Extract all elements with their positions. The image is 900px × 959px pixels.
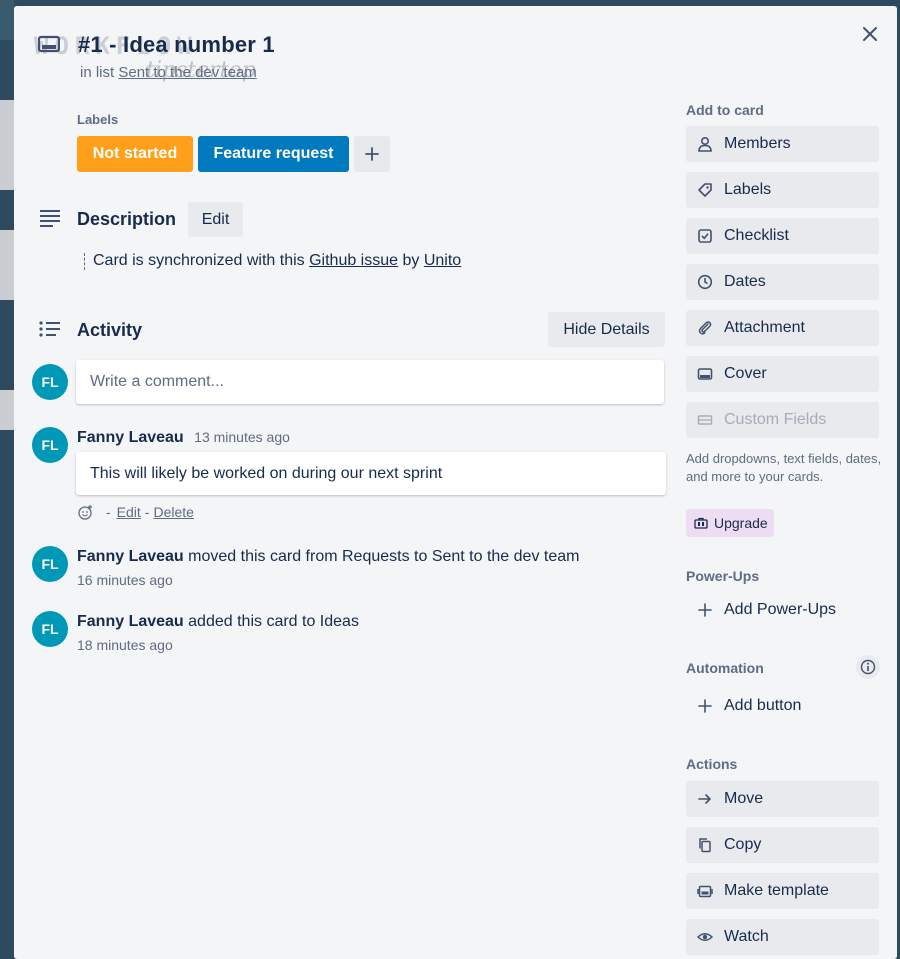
in-list-text: in list Sent to the dev team	[80, 64, 257, 81]
description-text: Card is synchronized with this Github is…	[84, 252, 461, 270]
avatar[interactable]: FL	[32, 427, 68, 463]
label-not-started[interactable]: Not started	[77, 136, 193, 172]
upgrade-button[interactable]: Upgrade	[686, 509, 774, 537]
close-button[interactable]	[856, 20, 884, 48]
powerups-heading: Power-Ups	[686, 568, 760, 584]
activity-item-text: Fanny Laveau added this card to Ideas	[77, 613, 359, 630]
avatar[interactable]: FL	[32, 546, 68, 582]
watch-button[interactable]: Watch	[686, 919, 879, 955]
custom-fields-button[interactable]: Custom Fields	[686, 402, 879, 438]
avatar[interactable]: FL	[32, 611, 68, 647]
activity-author[interactable]: Fanny Laveau	[77, 548, 184, 565]
list-link[interactable]: Sent to the dev team	[118, 64, 256, 81]
add-to-card-heading: Add to card	[686, 102, 764, 118]
comment-actions: - Edit - Delete	[78, 504, 194, 520]
activity-author[interactable]: Fanny Laveau	[77, 429, 184, 446]
members-button[interactable]: Members	[686, 126, 879, 162]
comment-delete-link[interactable]: Delete	[153, 504, 193, 520]
description-heading: Description	[77, 209, 177, 229]
activity-heading: Activity	[77, 320, 143, 340]
label-feature-request[interactable]: Feature request	[198, 136, 349, 172]
board-background-left	[0, 0, 14, 959]
activity-time[interactable]: 16 minutes ago	[77, 572, 173, 588]
add-button-button[interactable]: Add button	[686, 688, 879, 724]
activity-item-header: Fanny Laveau 13 minutes ago	[77, 429, 290, 447]
automation-heading: Automation	[686, 660, 764, 676]
paperclip-icon	[696, 319, 714, 337]
actions-heading: Actions	[686, 756, 738, 772]
person-icon	[696, 135, 714, 153]
clock-icon	[696, 273, 714, 291]
card-title[interactable]: #1 - Idea number 1	[78, 32, 275, 58]
card-detail-modal: WORKFLOW tipstertop #1 - Idea number 1 i…	[14, 6, 897, 959]
card-title-row: #1 - Idea number 1	[38, 32, 275, 58]
plus-icon	[696, 697, 714, 715]
briefcase-icon	[694, 516, 708, 530]
description-edit-button[interactable]: Edit	[188, 202, 243, 237]
activity-author[interactable]: Fanny Laveau	[77, 613, 184, 630]
cover-button[interactable]: Cover	[686, 356, 879, 392]
checklist-button[interactable]: Checklist	[686, 218, 879, 254]
fields-icon	[696, 411, 714, 429]
dates-button[interactable]: Dates	[686, 264, 879, 300]
comment-body: This will likely be worked on during our…	[76, 452, 666, 495]
emoji-reaction-icon[interactable]	[78, 504, 94, 520]
attachment-button[interactable]: Attachment	[686, 310, 879, 346]
arrow-right-icon	[696, 790, 714, 808]
template-icon	[696, 882, 714, 900]
github-issue-link[interactable]: Github issue	[309, 252, 398, 270]
plus-icon	[696, 601, 714, 619]
labels-heading: Labels	[77, 112, 119, 127]
add-powerups-button[interactable]: Add Power-Ups	[686, 592, 879, 628]
avatar[interactable]: FL	[32, 364, 68, 400]
copy-button[interactable]: Copy	[686, 827, 879, 863]
card-icon	[696, 365, 714, 383]
checkbox-icon	[696, 227, 714, 245]
unito-link[interactable]: Unito	[424, 252, 461, 270]
activity-item-text: Fanny Laveau moved this card from Reques…	[77, 548, 580, 565]
copy-icon	[696, 836, 714, 854]
info-icon[interactable]	[856, 655, 880, 679]
comment-input[interactable]: Write a comment...	[76, 360, 664, 404]
card-icon	[38, 35, 60, 53]
comment-edit-link[interactable]: Edit	[117, 504, 141, 520]
add-label-button[interactable]	[354, 136, 390, 172]
activity-time[interactable]: 13 minutes ago	[194, 429, 290, 445]
tag-icon	[696, 181, 714, 199]
description-icon	[38, 206, 62, 230]
move-button[interactable]: Move	[686, 781, 879, 817]
labels-button[interactable]: Labels	[686, 172, 879, 208]
close-icon	[863, 27, 877, 41]
activity-icon	[38, 317, 62, 341]
make-template-button[interactable]: Make template	[686, 873, 879, 909]
hide-details-button[interactable]: Hide Details	[548, 312, 665, 347]
custom-fields-description: Add dropdowns, text fields, dates, and m…	[686, 451, 882, 484]
eye-icon	[696, 928, 714, 946]
plus-icon	[365, 147, 379, 161]
activity-time[interactable]: 18 minutes ago	[77, 637, 173, 653]
